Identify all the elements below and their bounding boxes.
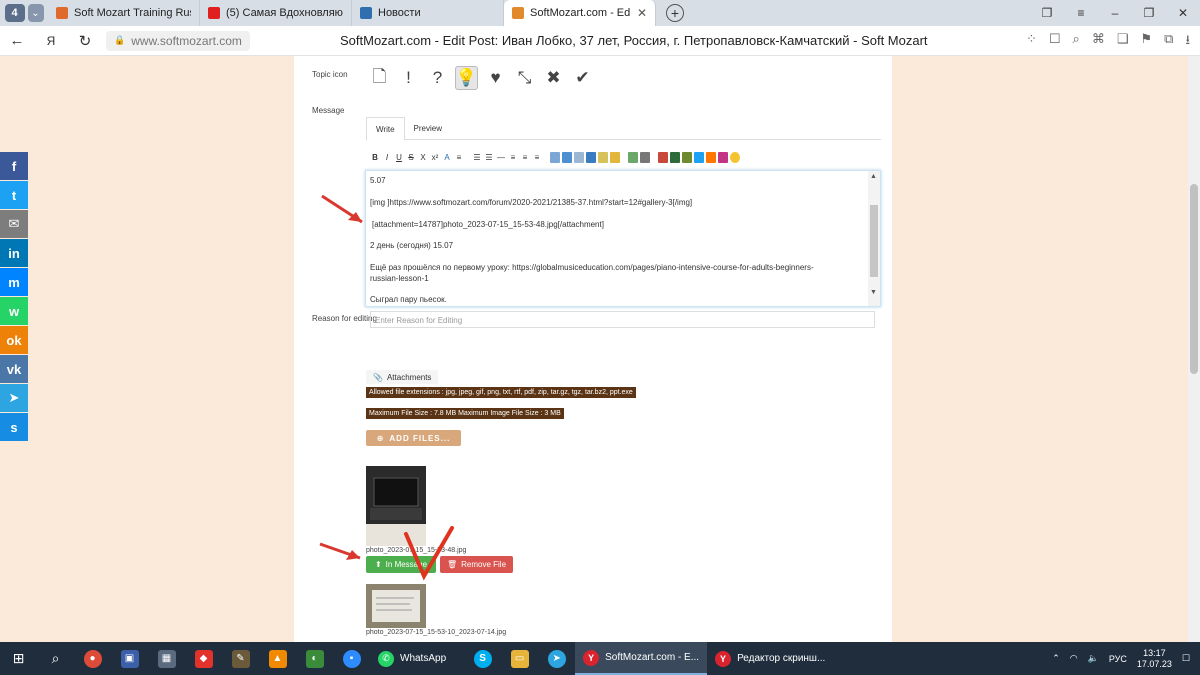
language-indicator[interactable]: РУС: [1109, 654, 1127, 664]
wifi-icon[interactable]: ◠: [1070, 653, 1078, 664]
skype-icon[interactable]: S: [464, 642, 501, 675]
window-controls: ❐ ≡ – ❐ ✕: [1030, 0, 1200, 26]
close-icon[interactable]: ✕: [1166, 6, 1200, 20]
new-tab-button[interactable]: +: [666, 4, 684, 22]
tab-title: SoftMozart.com - Edit P: [530, 7, 631, 19]
download-icon[interactable]: ⭳: [1185, 31, 1190, 53]
address-bar: ← Я ↻ 🔒 www.softmozart.com SoftMozart.co…: [0, 26, 1200, 56]
softmozart-favicon-icon: [56, 7, 68, 19]
whatsapp-icon: ✆: [378, 650, 394, 667]
extension-icon[interactable]: ❑: [1117, 31, 1129, 53]
folder-icon[interactable]: ▭: [501, 642, 538, 675]
search-icon[interactable]: ⌕: [1073, 31, 1080, 53]
vk-favicon-icon: [360, 7, 372, 19]
clock[interactable]: 13:17 17.07.23: [1137, 648, 1172, 670]
url-text: www.softmozart.com: [131, 33, 242, 48]
search-icon[interactable]: ⌕: [37, 642, 74, 675]
anydesk-icon[interactable]: ◆: [185, 642, 222, 675]
save-icon[interactable]: ▣: [111, 642, 148, 675]
telegram-icon[interactable]: ➤: [538, 642, 575, 675]
annotation-overlay: [319, 194, 454, 581]
windows-start-icon[interactable]: ⊞: [0, 642, 37, 675]
paint-icon[interactable]: ◐: [296, 642, 333, 675]
softmozart-favicon-icon: [512, 7, 524, 19]
minimize-icon[interactable]: –: [1098, 6, 1132, 20]
chevron-up-icon[interactable]: ⌃: [1052, 653, 1060, 664]
collections-icon[interactable]: ⧉: [1164, 31, 1173, 53]
calculator-icon[interactable]: ▦: [148, 642, 185, 675]
browser-tab-3[interactable]: Новости: [352, 0, 504, 26]
chrome-icon[interactable]: ●: [74, 642, 111, 675]
editor-icon[interactable]: ✎: [222, 642, 259, 675]
yandex-browser-icon: Y: [583, 649, 600, 666]
restore-icon[interactable]: ❐: [1132, 6, 1166, 20]
clock-time: 13:17: [1143, 647, 1166, 658]
vlc-icon[interactable]: ▲: [259, 642, 296, 675]
zoom-icon[interactable]: ▪: [333, 642, 370, 675]
taskbar-app-label: Редактор скринш...: [737, 653, 826, 664]
page-title: SoftMozart.com - Edit Post: Иван Лобко, …: [340, 33, 928, 48]
tab-counter[interactable]: 4 ⌄: [0, 0, 48, 26]
taskbar-app-softmozart[interactable]: Y SoftMozart.com - E...: [575, 642, 708, 675]
volume-icon[interactable]: 🔈: [1088, 653, 1099, 664]
reader-icon[interactable]: ☐: [1049, 31, 1061, 53]
tab-title: (5) Самая Вдохновляюща: [226, 7, 343, 19]
chevron-down-icon[interactable]: ⌄: [27, 4, 44, 22]
url-field[interactable]: 🔒 www.softmozart.com: [106, 30, 250, 51]
apps-icon[interactable]: ⁘: [1026, 31, 1037, 53]
taskbar-app-label: SoftMozart.com - E...: [605, 652, 700, 663]
yandex-logo-icon[interactable]: Я: [34, 34, 68, 48]
bookmark-icon[interactable]: ❐: [1030, 6, 1064, 20]
address-tools: ⁘ ☐ ⌕ ⌘ ❑ ⚑ ⧉ ⭳: [1026, 31, 1190, 53]
system-tray: ⌃ ◠ 🔈 РУС 13:17 17.07.23 ☐: [1052, 642, 1190, 675]
yandex-browser-icon: Y: [715, 650, 732, 667]
close-tab-icon[interactable]: ✕: [637, 6, 647, 20]
reload-icon[interactable]: ↻: [68, 32, 102, 50]
taskbar-app-screenshot-editor[interactable]: Y Редактор скринш...: [707, 642, 833, 675]
tab-title: Новости: [378, 7, 421, 19]
browser-tab-4[interactable]: SoftMozart.com - Edit P ✕: [504, 0, 656, 26]
tab-title: Soft Mozart Training Russia: [74, 7, 191, 19]
red-check-mark-icon: [404, 526, 454, 581]
back-arrow-icon[interactable]: ←: [0, 32, 34, 49]
lock-icon: 🔒: [114, 35, 126, 45]
taskbar-app-whatsapp[interactable]: ✆ WhatsApp: [370, 642, 454, 675]
translate-icon[interactable]: ⌘: [1092, 31, 1105, 53]
menu-icon[interactable]: ≡: [1064, 6, 1098, 20]
web-page: f t ✉ in m w ok vk ➤ s Topic icon 🗋 ! ? …: [0, 56, 1200, 642]
browser-tab-1[interactable]: Soft Mozart Training Russia: [48, 0, 200, 26]
bookmark-icon[interactable]: ⚑: [1140, 31, 1152, 53]
taskbar-app-label: WhatsApp: [400, 653, 447, 664]
tab-count-badge: 4: [4, 4, 25, 22]
browser-tab-bar: 4 ⌄ Soft Mozart Training Russia (5) Сама…: [0, 0, 1200, 26]
clock-date: 17.07.23: [1136, 658, 1172, 669]
browser-tab-2[interactable]: (5) Самая Вдохновляюща: [200, 0, 352, 26]
notifications-icon[interactable]: ☐: [1182, 653, 1190, 664]
windows-taskbar: ⊞ ⌕ ● ▣ ▦ ◆ ✎ ▲ ◐ ▪ ✆ WhatsApp S ▭ ➤ Y S…: [0, 642, 1200, 675]
youtube-favicon-icon: [208, 7, 220, 19]
